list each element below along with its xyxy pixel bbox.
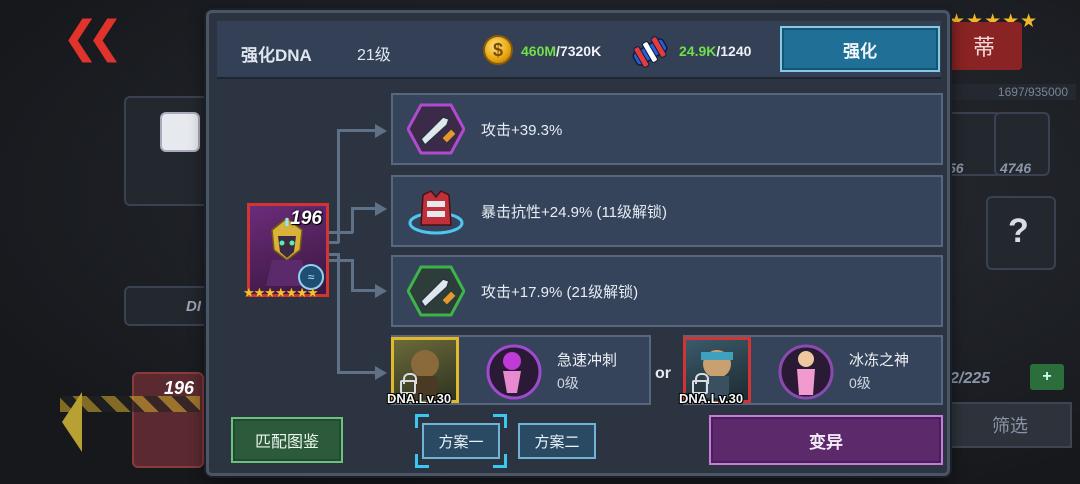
connector	[351, 209, 354, 233]
connector	[329, 259, 353, 262]
back-arrow-icon[interactable]: ❮❮	[62, 12, 124, 63]
option-skill-level-left: 0级	[557, 375, 579, 391]
option-skill-name-right: 冰冻之神	[849, 352, 910, 369]
background-count-c: 2/225	[950, 370, 991, 387]
background-scroll-icon	[160, 112, 200, 152]
dna-material-amount: 24.9K/1240	[679, 43, 752, 59]
background-label-box: DI	[124, 286, 214, 326]
background-count-a: 56	[948, 160, 964, 176]
connector	[337, 131, 340, 243]
attribute-row-2: 暴击抗性+24.9% (11级解锁)	[391, 175, 943, 247]
plan-one-button[interactable]: 方案一	[422, 423, 500, 459]
arrow-right-icon	[375, 366, 387, 380]
dash-skill-icon	[486, 344, 542, 400]
enhance-button[interactable]: 强化	[780, 26, 940, 72]
filter-button[interactable]: 筛选	[948, 402, 1072, 448]
mutate-button[interactable]: 变异	[709, 415, 943, 465]
connector	[337, 371, 379, 374]
coin-amount: 460M/7320K	[521, 43, 602, 59]
connector	[337, 253, 340, 373]
panel-title: 强化DNA	[241, 46, 312, 65]
dna-material-icon	[632, 36, 668, 68]
connector	[337, 129, 379, 132]
hero-portrait[interactable]: 196 ≈	[247, 203, 329, 297]
question-icon: ?	[1008, 212, 1029, 250]
attribute-text-1: 攻击+39.3%	[481, 122, 563, 139]
background-count-b: 4746	[1000, 160, 1032, 176]
attribute-row-1: 攻击+39.3%	[391, 93, 943, 165]
sword-icon	[407, 265, 465, 317]
armor-icon	[408, 190, 464, 235]
connector	[351, 259, 354, 291]
coin-icon: $	[483, 35, 513, 65]
attribute-row-3: 攻击+17.9% (21级解锁)	[391, 255, 943, 327]
background-progress: 1697/935000	[946, 84, 1076, 100]
background-unknown-slot[interactable]: ?	[986, 196, 1056, 270]
arrow-right-icon	[375, 124, 387, 138]
left-arrow-icon[interactable]	[62, 392, 82, 452]
option-skill-level-right: 0级	[849, 375, 871, 391]
background-red-tab[interactable]: 蒂	[946, 22, 1022, 70]
arrow-right-icon	[375, 284, 387, 298]
hero-stars: ★★★★★★★	[243, 285, 319, 300]
background-hero-card: 196	[132, 372, 204, 468]
or-label: or	[655, 365, 671, 382]
option-skill-name-left: 急速冲刺	[557, 352, 618, 369]
dna-level: 21级	[357, 47, 391, 64]
sword-icon	[407, 103, 465, 155]
hero-level: 196	[290, 208, 322, 229]
option-dna-level-left: DNA.Lv.30	[387, 391, 452, 406]
background-red-tab-label: 蒂	[972, 35, 995, 60]
attribute-text-2: 暴击抗性+24.9% (11级解锁)	[481, 204, 668, 221]
connector	[329, 231, 353, 234]
panel-header: 强化DNA 21级 $ 460M/7320K 24.9K/1240 强化	[217, 21, 941, 79]
background-plus-button[interactable]: +	[1030, 364, 1064, 390]
plan-two-button[interactable]: 方案二	[518, 423, 596, 459]
option-dna-level-right: DNA.Lv.30	[679, 391, 744, 406]
dna-enhance-panel: 强化DNA 21级 $ 460M/7320K 24.9K/1240 强化 196…	[206, 10, 950, 476]
arrow-right-icon	[375, 202, 387, 216]
attribute-text-3: 攻击+17.9% (21级解锁)	[481, 284, 639, 301]
background-side-label: DI	[186, 298, 201, 315]
match-codex-button[interactable]: 匹配图鉴	[231, 417, 343, 463]
ice-god-skill-icon	[778, 344, 834, 400]
